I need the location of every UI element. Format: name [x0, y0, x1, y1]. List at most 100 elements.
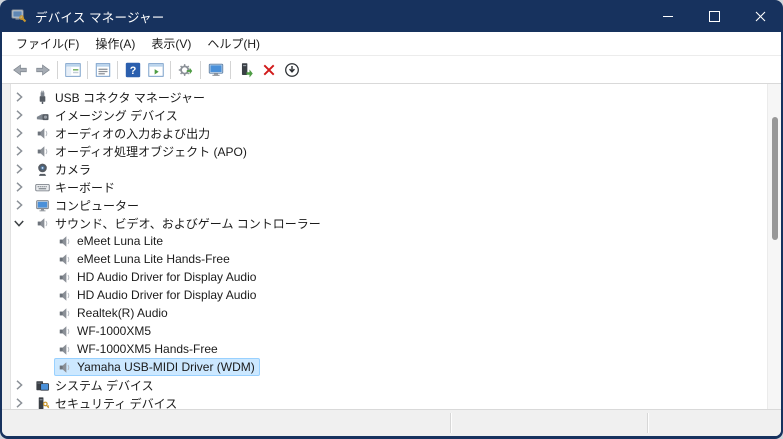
- device-entry[interactable]: HD Audio Driver for Display Audio: [54, 268, 261, 286]
- minimize-button[interactable]: [645, 0, 691, 32]
- keyboard-icon: [34, 179, 50, 195]
- menu-item-2[interactable]: 表示(V): [143, 33, 199, 54]
- device-tree-panel: USB コネクタ マネージャー イメージング デバイス オーディオの入力および出力オ…: [2, 84, 781, 409]
- tree-row[interactable]: WF-1000XM5: [11, 322, 768, 340]
- device-label: WF-1000XM5 Hands-Free: [77, 342, 218, 356]
- maximize-button[interactable]: [691, 0, 737, 32]
- system-devices-icon: [34, 377, 50, 393]
- vertical-scrollbar[interactable]: [767, 84, 781, 409]
- chevron-right-icon[interactable]: [11, 89, 27, 105]
- show-console-tree-button[interactable]: [61, 59, 84, 81]
- device-label: WF-1000XM5: [77, 324, 152, 338]
- toolbar-separator: [170, 60, 171, 79]
- tree-row[interactable]: コンピューター: [11, 196, 768, 214]
- device-label: カメラ: [55, 162, 92, 177]
- uninstall-x-icon: [260, 61, 278, 79]
- tree-row[interactable]: WF-1000XM5 Hands-Free: [11, 340, 768, 358]
- properties-button[interactable]: [91, 59, 114, 81]
- help-button[interactable]: ?: [121, 59, 144, 81]
- device-entry[interactable]: eMeet Luna Lite Hands-Free: [54, 250, 235, 268]
- device-manager-app-icon: [11, 8, 27, 24]
- device-entry[interactable]: オーディオ処理オブジェクト (APO): [32, 142, 252, 161]
- forward-button[interactable]: [31, 59, 54, 81]
- tree-row[interactable]: オーディオ処理オブジェクト (APO): [11, 142, 768, 160]
- device-entry[interactable]: オーディオの入力および出力: [32, 124, 215, 143]
- tree-row[interactable]: サウンド、ビデオ、およびゲーム コントローラー: [11, 214, 768, 232]
- window-title: デバイス マネージャー: [35, 10, 165, 25]
- statusbar-pane-separator: [647, 413, 649, 433]
- svg-text:?: ?: [129, 65, 136, 77]
- chevron-right-icon[interactable]: [11, 125, 27, 141]
- usb-connector-icon: [34, 89, 50, 105]
- tree-row[interactable]: セキュリティ デバイス: [11, 394, 768, 409]
- device-entry[interactable]: キーボード: [32, 178, 120, 197]
- uninstall-device-button[interactable]: [257, 59, 280, 81]
- chevron-down-icon[interactable]: [11, 215, 27, 231]
- chevron-right-icon[interactable]: [11, 161, 27, 177]
- selected-device[interactable]: Yamaha USB-MIDI Driver (WDM): [54, 358, 260, 376]
- statusbar-pane-separator: [450, 413, 452, 433]
- device-entry[interactable]: Realtek(R) Audio: [54, 304, 173, 322]
- device-entry[interactable]: USB コネクタ マネージャー: [32, 88, 210, 107]
- menubar: ファイル(F) 操作(A) 表示(V) ヘルプ(H): [2, 32, 781, 56]
- scan-hardware-changes-button[interactable]: [204, 59, 227, 81]
- tree-row[interactable]: キーボード: [11, 178, 768, 196]
- tree-row[interactable]: HD Audio Driver for Display Audio: [11, 268, 768, 286]
- device-entry[interactable]: セキュリティ デバイス: [32, 394, 182, 409]
- tree-row[interactable]: eMeet Luna Lite: [11, 232, 768, 250]
- chevron-right-icon[interactable]: [11, 395, 27, 409]
- tree-row[interactable]: オーディオの入力および出力: [11, 124, 768, 142]
- audio-device-icon: [56, 323, 72, 339]
- device-label: HD Audio Driver for Display Audio: [77, 288, 257, 302]
- menu-item-0[interactable]: ファイル(F): [8, 33, 87, 54]
- imaging-device-icon: [34, 107, 50, 123]
- menu-item-3[interactable]: ヘルプ(H): [199, 33, 268, 54]
- update-driver-button[interactable]: [234, 59, 257, 81]
- properties-icon: [94, 61, 112, 79]
- device-label: USB コネクタ マネージャー: [55, 90, 206, 105]
- device-entry[interactable]: カメラ: [32, 160, 96, 179]
- device-entry[interactable]: サウンド、ビデオ、およびゲーム コントローラー: [32, 214, 326, 233]
- device-entry[interactable]: システム デバイス: [32, 376, 159, 395]
- disable-device-button[interactable]: [280, 59, 303, 81]
- tree-row[interactable]: Yamaha USB-MIDI Driver (WDM): [11, 358, 768, 376]
- audio-device-icon: [56, 359, 72, 375]
- close-button[interactable]: [737, 0, 783, 32]
- security-devices-icon: [34, 395, 50, 409]
- toolbar-separator: [87, 60, 88, 79]
- action-pane-button[interactable]: [144, 59, 167, 81]
- device-entry[interactable]: WF-1000XM5: [54, 322, 156, 340]
- tree-row[interactable]: USB コネクタ マネージャー: [11, 88, 768, 106]
- statusbar: [2, 409, 781, 436]
- chevron-right-icon[interactable]: [11, 107, 27, 123]
- tree-row[interactable]: カメラ: [11, 160, 768, 178]
- device-entry[interactable]: WF-1000XM5 Hands-Free: [54, 340, 223, 358]
- titlebar: デバイス マネージャー: [0, 0, 783, 32]
- tree-row[interactable]: イメージング デバイス: [11, 106, 768, 124]
- back-button[interactable]: [8, 59, 31, 81]
- action-pane-icon: [147, 61, 165, 79]
- scrollbar-thumb[interactable]: [772, 117, 778, 240]
- device-entry[interactable]: コンピューター: [32, 196, 144, 215]
- device-entry[interactable]: HD Audio Driver for Display Audio: [54, 286, 261, 304]
- toolbar-separator: [200, 60, 201, 79]
- audio-device-icon: [56, 287, 72, 303]
- tree-row[interactable]: Realtek(R) Audio: [11, 304, 768, 322]
- speaker-icon: [34, 125, 50, 141]
- tree-row[interactable]: システム デバイス: [11, 376, 768, 394]
- add-hardware-button[interactable]: [174, 59, 197, 81]
- tree-row[interactable]: eMeet Luna Lite Hands-Free: [11, 250, 768, 268]
- chevron-right-icon[interactable]: [11, 143, 27, 159]
- menu-item-1[interactable]: 操作(A): [87, 33, 143, 54]
- chevron-right-icon[interactable]: [11, 179, 27, 195]
- tree-row[interactable]: HD Audio Driver for Display Audio: [11, 286, 768, 304]
- camera-icon: [34, 161, 50, 177]
- chevron-right-icon[interactable]: [11, 377, 27, 393]
- device-entry[interactable]: イメージング デバイス: [32, 106, 183, 125]
- device-entry[interactable]: eMeet Luna Lite: [54, 232, 168, 250]
- chevron-right-icon[interactable]: [11, 197, 27, 213]
